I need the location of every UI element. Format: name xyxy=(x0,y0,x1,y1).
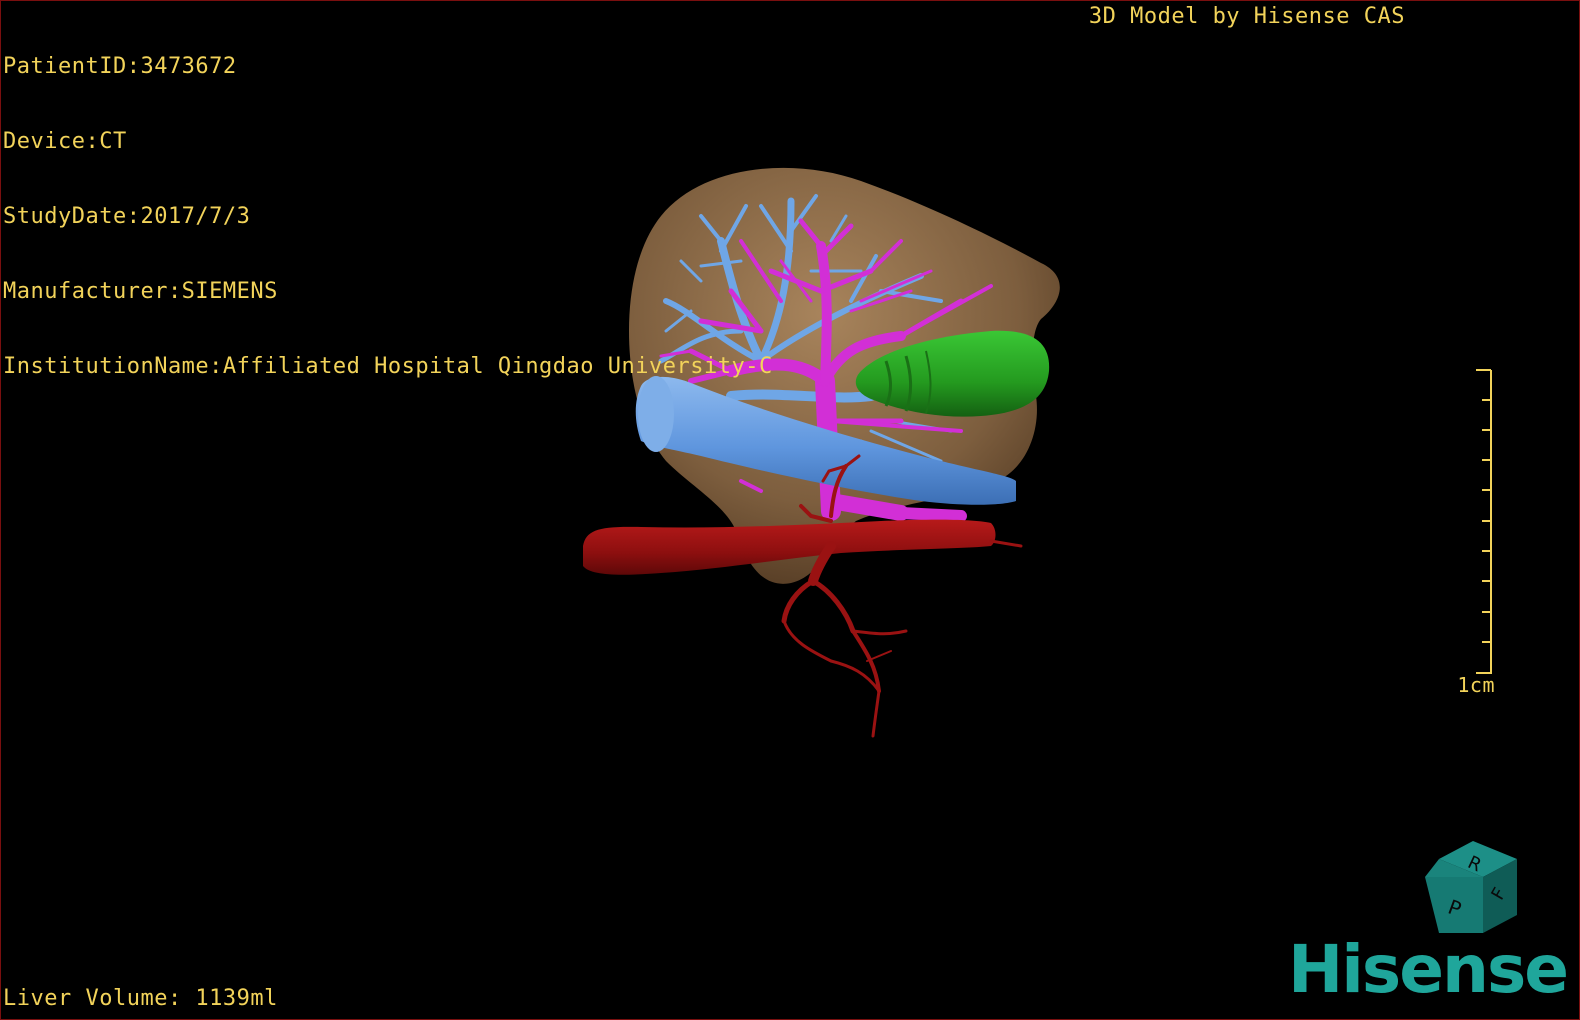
orientation-cube[interactable]: R F P xyxy=(1421,837,1521,937)
manufacturer-label: Manufacturer:SIEMENS xyxy=(3,279,278,304)
hisense-logo: Hisense xyxy=(1288,931,1569,1008)
patient-info-panel: PatientID:3473672 Device:CT StudyDate:20… xyxy=(3,4,773,429)
scale-bar xyxy=(1476,369,1492,674)
scale-bar-label: 1cm xyxy=(1457,673,1495,697)
institution-label: InstitutionName:Affiliated Hospital Qing… xyxy=(3,354,773,379)
3d-viewport[interactable]: PatientID:3473672 Device:CT StudyDate:20… xyxy=(0,0,1580,1020)
device-label: Device:CT xyxy=(3,129,127,154)
patient-id-label: PatientID:3473672 xyxy=(3,54,237,79)
liver-volume-label: Liver Volume: 1139ml xyxy=(3,986,278,1011)
model-brand-caption: 3D Model by Hisense CAS xyxy=(1088,4,1405,29)
study-date-label: StudyDate:2017/7/3 xyxy=(3,204,251,229)
